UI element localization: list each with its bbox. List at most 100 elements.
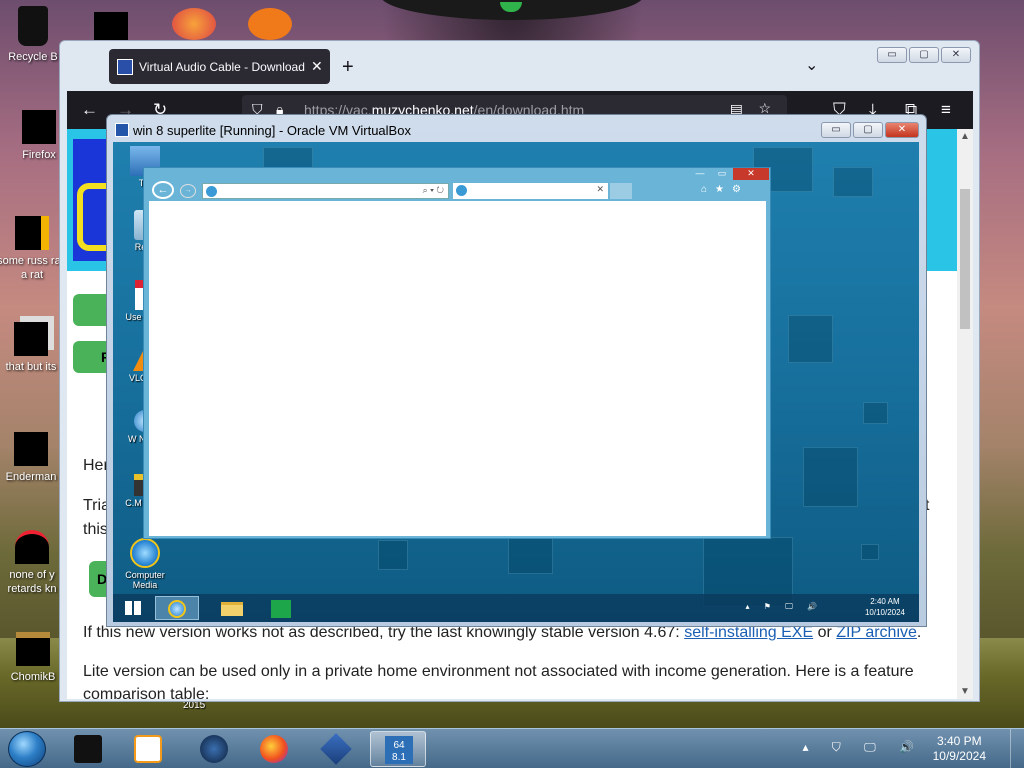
win81-vm-icon: 64 8.1 — [385, 736, 413, 764]
start-button[interactable] — [8, 731, 46, 767]
ie-minimize-button[interactable]: — — [689, 168, 711, 180]
maximize-button[interactable]: ▢ — [909, 47, 939, 63]
wallpaper-square — [508, 534, 553, 574]
guest-taskbar-store[interactable] — [259, 596, 303, 620]
list-all-tabs-button[interactable]: ⌄ — [805, 55, 818, 75]
guest-taskbar-ie[interactable] — [155, 596, 199, 620]
desktop-icon-label: that but its — [5, 361, 57, 373]
globe-icon — [200, 735, 228, 763]
desktop-icon-label: ChomikB — [10, 671, 56, 683]
ie-window[interactable]: ← → ⌕ ▾ ↻ ✕ — ▭ ✕ ⌂★⚙ — [143, 167, 771, 539]
media-player-icon — [134, 735, 162, 763]
taskbar-firefox[interactable] — [246, 731, 302, 767]
window-controls: ▭ ▢ ✕ — [877, 47, 971, 63]
show-desktop-button[interactable] — [1010, 729, 1024, 768]
ie-back-icon[interactable]: ← — [152, 181, 174, 199]
tab-title: Virtual Audio Cable - Download — [139, 59, 305, 74]
stack-icon — [14, 322, 48, 356]
virtualbox-icon — [320, 733, 352, 765]
wallpaper-square — [861, 544, 879, 560]
ie-forward-icon[interactable]: → — [180, 184, 196, 198]
menu-icon[interactable]: ≡ — [941, 100, 951, 120]
desktop-icon-some-russ[interactable]: some russ ran a rat — [0, 216, 67, 282]
scroll-thumb[interactable] — [960, 189, 970, 329]
guest-screen[interactable]: Thi Recy Use Secu VLC pla W Navig C.M Pa… — [113, 142, 919, 622]
gadget-indicator — [500, 2, 522, 12]
tab-bar: Virtual Audio Cable - Download ✕ + ⌄ ▭ ▢… — [60, 41, 979, 91]
host-clock-time: 3:40 PM — [936, 734, 982, 748]
vbox-close-button[interactable]: ✕ — [885, 122, 919, 138]
wallpaper-square — [803, 447, 858, 507]
virtualbox-icon — [115, 123, 129, 137]
enderman-icon — [14, 432, 48, 466]
file-icon — [15, 216, 49, 250]
guest-clock-date: 10/10/2024 — [864, 608, 905, 617]
desktop-icon-top-3[interactable] — [248, 8, 292, 40]
folder-icon — [221, 602, 243, 616]
desktop-icon-label: Enderman — [5, 471, 57, 483]
page-scrollbar[interactable]: ▲ ▼ — [957, 129, 973, 699]
minimize-button[interactable]: ▭ — [877, 47, 907, 63]
close-button[interactable]: ✕ — [941, 47, 971, 63]
ie-icon — [130, 538, 160, 568]
host-clock[interactable]: 3:40 PM 10/9/2024 — [933, 734, 986, 764]
guest-icon-label: Computer Media — [125, 570, 165, 590]
desktop-icon-top-1[interactable] — [94, 12, 128, 40]
taskbar-win81-vm[interactable]: 64 8.1 — [370, 731, 426, 767]
taskbar-media-player[interactable] — [120, 731, 176, 767]
host-taskbar: 64 8.1 ▴ ⛉ 🖵 🔊 3:40 PM 10/9/2024 — [0, 728, 1024, 768]
ie-close-button[interactable]: ✕ — [733, 168, 769, 180]
scroll-down-arrow[interactable]: ▼ — [960, 686, 970, 697]
ie-home-favorites-settings[interactable]: ⌂★⚙ — [701, 184, 749, 195]
taskbar-virtualbox[interactable] — [308, 731, 364, 767]
taskbar-globe-app[interactable] — [186, 731, 242, 767]
desktop-icon-top-2[interactable] — [172, 8, 216, 40]
desktop-icon-label: some russ ran a rat — [0, 255, 67, 281]
ie-address-tools[interactable]: ⌕ ▾ ↻ — [423, 185, 444, 196]
guest-taskbar: ▴ ⚑ 🖵 🔊 2:40 AM 10/10/2024 — [113, 594, 919, 622]
guest-taskbar-explorer[interactable] — [209, 596, 253, 620]
tab-close-icon[interactable]: ✕ — [311, 58, 323, 75]
guest-clock[interactable]: 2:40 AM 10/10/2024 — [865, 596, 905, 618]
guest-icon-computer-media[interactable]: Computer Media — [123, 538, 167, 590]
win81-bits: 64 — [393, 740, 405, 751]
guest-system-tray[interactable]: ▴ ⚑ 🖵 🔊 — [745, 602, 823, 612]
tab-virtual-audio-cable[interactable]: Virtual Audio Cable - Download ✕ — [109, 49, 330, 84]
desktop-icon-label: Firefox — [22, 149, 56, 161]
firefox-icon — [22, 110, 56, 144]
page-line-this: this — [83, 521, 108, 538]
wallpaper-square — [378, 540, 408, 570]
desktop-icon-enderman[interactable]: Enderman — [0, 432, 66, 484]
page-line-lite: Lite version can be used only in a priva… — [83, 663, 914, 680]
new-tab-button[interactable]: + — [342, 56, 354, 79]
vbox-minimize-button[interactable]: ▭ — [821, 122, 851, 138]
ie-new-tab-button[interactable] — [610, 183, 632, 199]
ie-address-bar[interactable]: ⌕ ▾ ↻ — [202, 183, 449, 199]
scroll-up-arrow[interactable]: ▲ — [960, 131, 970, 142]
guest-start-button[interactable] — [113, 596, 153, 620]
vbox-maximize-button[interactable]: ▢ — [853, 122, 883, 138]
win81-badge: 8.1 — [392, 752, 406, 763]
taskbar-notepad-app[interactable] — [60, 731, 116, 767]
virtualbox-window[interactable]: win 8 superlite [Running] - Oracle VM Vi… — [106, 114, 927, 627]
ie-icon — [168, 600, 186, 618]
store-icon — [271, 600, 291, 618]
firefox-icon — [260, 735, 288, 763]
recycle-bin-icon — [18, 6, 48, 46]
ie-page-body[interactable] — [149, 201, 766, 536]
host-system-tray[interactable]: ▴ ⛉ 🖵 🔊 — [802, 740, 924, 755]
ie-tab[interactable]: ✕ — [453, 183, 608, 199]
desktop-icon-that-but-its[interactable]: that but its — [0, 322, 66, 374]
ie-tab-close-icon[interactable]: ✕ — [596, 184, 604, 195]
ie-maximize-button[interactable]: ▭ — [711, 168, 733, 180]
wallpaper-square — [788, 315, 833, 363]
back-icon[interactable]: ← — [81, 100, 98, 120]
wallpaper-square — [833, 167, 873, 197]
page-line-here: Her — [83, 457, 109, 474]
desktop-icon-recycle-bin[interactable]: Recycle B — [0, 6, 68, 64]
desktop-icon-none-of-y[interactable]: none of y retards kn — [0, 530, 67, 596]
black-box-icon — [74, 735, 102, 763]
desktop-icon-label: none of y retards kn — [7, 569, 57, 595]
vac-favicon — [117, 58, 133, 75]
desktop-icon-chomikb[interactable]: ChomikB — [0, 632, 68, 684]
